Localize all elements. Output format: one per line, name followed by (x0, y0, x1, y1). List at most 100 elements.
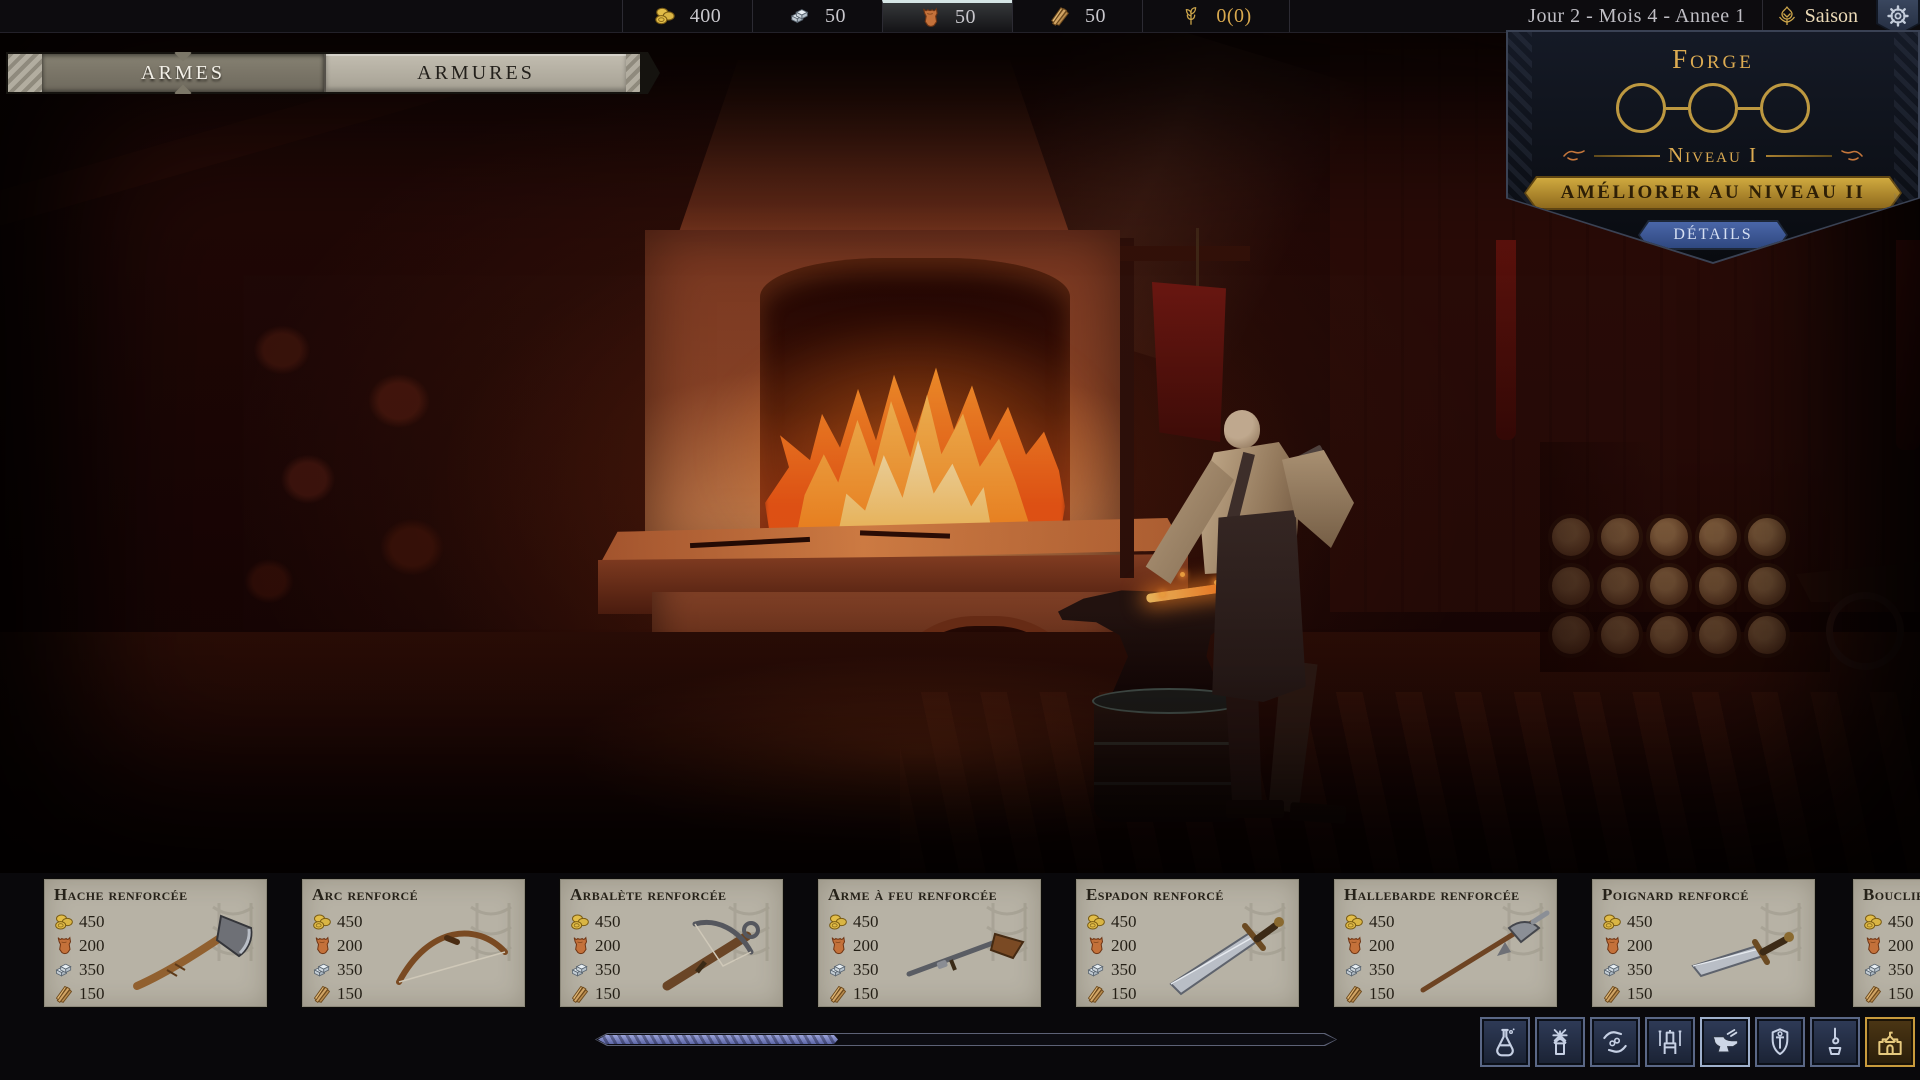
crafting-panel: Hache renforcée 450 200 350 150 Arc renf… (0, 873, 1920, 1080)
toolbar-forge-button[interactable] (1702, 1019, 1748, 1065)
cost-hide: 200 (595, 936, 621, 956)
level-label: Niveau I (1668, 143, 1758, 168)
cost-list: 450 200 350 150 (570, 911, 621, 1004)
game-date: Jour 2 - Mois 4 - Annee 1 (1528, 5, 1761, 28)
level-slot (1616, 83, 1666, 133)
ingot-icon (1344, 960, 1364, 980)
details-button[interactable]: Détails (1638, 220, 1788, 250)
cost-list: 450 200 350 150 (1086, 911, 1137, 1004)
tab-bar-endcap (626, 54, 640, 92)
item-name: Hallebarde renforcée (1344, 885, 1520, 905)
dagger-image (1671, 907, 1811, 999)
cost-gold: 450 (1888, 912, 1914, 932)
cost-gold: 450 (1369, 912, 1395, 932)
planks-icon (570, 984, 590, 1004)
cost-planks: 150 (79, 984, 105, 1004)
tab-armes[interactable]: Armes (42, 54, 324, 92)
item-name: Arc renforcé (312, 885, 418, 905)
item-name: Arbalète renforcée (570, 885, 726, 905)
level-indicator (1616, 83, 1810, 133)
craft-card-arbalete[interactable]: Arbalète renforcée 450 200 350 150 (559, 878, 784, 1008)
toolbar-throne-button[interactable] (1647, 1019, 1693, 1065)
resource-metal: 50 (752, 0, 882, 32)
toolbar-armory-button[interactable] (1757, 1019, 1803, 1065)
toolbar-crane-button[interactable] (1812, 1019, 1858, 1065)
crossbow-image (639, 907, 779, 999)
coins-icon (1602, 912, 1622, 932)
ingot-icon (570, 960, 590, 980)
halberd-image (1413, 907, 1553, 999)
greatsword-image (1155, 907, 1295, 999)
tab-armures[interactable]: Armures (324, 54, 626, 92)
tab-bar-endcap (8, 54, 42, 92)
cost-gold: 450 (337, 912, 363, 932)
upgrade-button-label: Améliorer au niveau II (1526, 178, 1900, 208)
cost-metal: 350 (853, 960, 879, 980)
hide-icon (54, 936, 74, 956)
planks-icon (1049, 5, 1071, 27)
hide-icon (1602, 936, 1622, 956)
craft-card-espadon[interactable]: Espadon renforcé 450 200 350 150 (1075, 878, 1300, 1008)
coins-icon (828, 912, 848, 932)
cost-hide: 200 (1627, 936, 1653, 956)
gear-icon (1886, 4, 1910, 28)
toolbar-trade-button[interactable] (1592, 1019, 1638, 1065)
item-name: Bouclier renforcé (1863, 885, 1920, 905)
game-screen: 400 50 50 50 0(0) Jour 2 - Mois 4 - Anne… (0, 0, 1920, 1080)
coins-icon (570, 912, 590, 932)
hide-icon (1863, 936, 1883, 956)
flourish-icon (1840, 149, 1864, 163)
cost-list: 450 200 350 150 (312, 911, 363, 1004)
hide-icon (312, 936, 332, 956)
craft-card-bouclier[interactable]: Bouclier renforcé 450 200 350 150 (1852, 878, 1920, 1008)
building-title: Forge (1672, 44, 1754, 75)
ingot-icon (1602, 960, 1622, 980)
firearm-image (897, 907, 1037, 999)
craft-card-poignard[interactable]: Poignard renforcé 450 200 350 150 (1591, 878, 1816, 1008)
coins-icon (1086, 912, 1106, 932)
craft-list-scrollbar[interactable] (595, 1033, 1337, 1046)
throne-icon (1654, 1026, 1686, 1058)
level-slot-link (1738, 107, 1760, 110)
craft-card-arc[interactable]: Arc renforcé 450 200 350 150 (301, 878, 526, 1008)
herb-icon (1180, 5, 1202, 27)
cost-metal: 350 (1627, 960, 1653, 980)
planks-icon (1602, 984, 1622, 1004)
cost-metal: 350 (1888, 960, 1914, 980)
gold-count: 400 (690, 5, 722, 28)
crane-icon (1819, 1026, 1851, 1058)
toolbar-alchemy-button[interactable] (1482, 1019, 1528, 1065)
cost-list: 450 200 350 150 (54, 911, 105, 1004)
armor-icon (1764, 1026, 1796, 1058)
trade-icon (1599, 1026, 1631, 1058)
craft-card-hallebarde[interactable]: Hallebarde renforcée 450 200 350 150 (1333, 878, 1558, 1008)
hide-icon (1344, 936, 1364, 956)
cost-planks: 150 (853, 984, 879, 1004)
toolbar-castle-button[interactable] (1867, 1019, 1913, 1065)
season-button[interactable]: Saison (1763, 0, 1870, 32)
category-tabs: Armes Armures (6, 52, 660, 94)
cost-gold: 450 (1627, 912, 1653, 932)
cost-planks: 150 (337, 984, 363, 1004)
cost-planks: 150 (1888, 984, 1914, 1004)
cost-metal: 350 (1369, 960, 1395, 980)
ingot-icon (1863, 960, 1883, 980)
craft-card-hache[interactable]: Hache renforcée 450 200 350 150 (43, 878, 268, 1008)
details-button-label: Détails (1640, 222, 1786, 248)
resource-bar: 400 50 50 50 0(0) Jour 2 - Mois 4 - Anne… (0, 0, 1920, 33)
ingot-icon (828, 960, 848, 980)
cost-list: 450 200 350 150 (1602, 911, 1653, 1004)
scrollbar-thumb[interactable] (598, 1035, 838, 1044)
upgrade-button[interactable]: Améliorer au niveau II (1524, 176, 1902, 210)
toolbar-windmill-button[interactable] (1537, 1019, 1583, 1065)
cost-planks: 150 (1627, 984, 1653, 1004)
resource-herbs: 0(0) (1142, 0, 1290, 32)
cost-hide: 200 (1888, 936, 1914, 956)
coins-icon (312, 912, 332, 932)
planks-icon (1863, 984, 1883, 1004)
bow-image (381, 907, 521, 999)
cost-metal: 350 (1111, 960, 1137, 980)
cost-metal: 350 (337, 960, 363, 980)
planks-icon (54, 984, 74, 1004)
craft-card-arme-a-feu[interactable]: Arme à feu renforcée 450 200 350 150 (817, 878, 1042, 1008)
